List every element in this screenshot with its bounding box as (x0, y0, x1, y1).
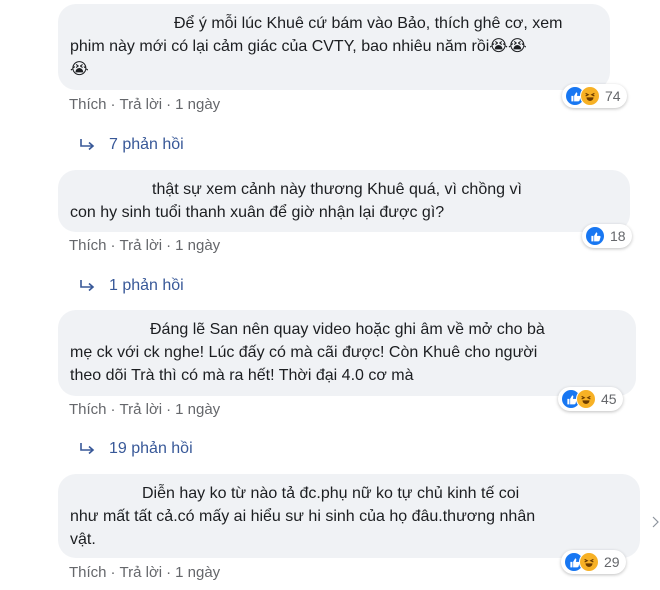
comment-text-line: vật. (70, 531, 96, 548)
reply-link[interactable]: Trả lời (120, 96, 163, 113)
comment-bubble: Đáng lẽ San nên quay video hoặc ghi âm v… (58, 310, 636, 396)
comment-actions: Thích · Trả lời · 1 ngày (69, 237, 220, 254)
reaction-count: 74 (605, 88, 621, 104)
separator-dot: · (166, 401, 172, 418)
comment-text-line: như mất tất cả.có mấy ai hiểu sư hi sinh… (70, 508, 536, 525)
reaction-summary[interactable]: 29 (561, 550, 626, 574)
like-link[interactable]: Thích (69, 237, 107, 254)
comment-text-line: Để ý mỗi lúc Khuê cứ bám vào Bảo, thích … (174, 15, 563, 32)
like-link[interactable]: Thích (69, 96, 107, 113)
replies-count-label: 1 phản hồi (109, 277, 184, 294)
comment-text-line: mẹ ck với ck nghe! Lúc đấy có mà cãi đượ… (70, 344, 538, 361)
separator-dot: · (166, 237, 172, 254)
separator-dot: · (110, 564, 116, 581)
timestamp[interactable]: 1 ngày (175, 564, 220, 581)
reply-link[interactable]: Trả lời (120, 237, 163, 254)
comment-bubble: Diễn hay ko từ nào tả đc.phụ nữ ko tự ch… (58, 474, 640, 558)
replies-count-label: 7 phản hồi (109, 136, 184, 153)
comment-bubble: Để ý mỗi lúc Khuê cứ bám vào Bảo, thích … (58, 4, 610, 90)
comment-text-line: phim này mới có lại cảm giác của CVTY, b… (70, 38, 490, 55)
reaction-count: 45 (601, 391, 617, 407)
haha-icon (579, 552, 599, 572)
reply-link[interactable]: Trả lời (120, 564, 163, 581)
separator-dot: · (110, 401, 116, 418)
reply-link[interactable]: Trả lời (120, 401, 163, 418)
like-link[interactable]: Thích (69, 564, 107, 581)
crying-emoji: 😭😭 (489, 38, 527, 55)
reaction-count: 18 (610, 228, 626, 244)
comment-text-line: Diễn hay ko từ nào tả đc.phụ nữ ko tự ch… (142, 485, 520, 502)
reply-arrow-icon (80, 280, 95, 292)
reply-arrow-icon (80, 443, 95, 455)
reaction-summary[interactable]: 45 (558, 387, 623, 411)
haha-icon (580, 86, 600, 106)
separator-dot: · (110, 237, 116, 254)
comment-text-line: con hy sinh tuổi thanh xuân để giờ nhận … (70, 204, 445, 221)
separator-dot: · (166, 96, 172, 113)
replies-count-label: 19 phản hồi (109, 440, 193, 457)
timestamp[interactable]: 1 ngày (175, 237, 220, 254)
like-icon (585, 226, 605, 246)
reaction-summary[interactable]: 74 (562, 84, 627, 108)
comment-bubble: thật sự xem cảnh này thương Khuê quá, vì… (58, 170, 630, 232)
timestamp[interactable]: 1 ngày (175, 96, 220, 113)
comment-text-line: thật sự xem cảnh này thương Khuê quá, vì… (152, 181, 522, 198)
comment-text-line: theo dõi Trà thì có mà ra hết! Thời đại … (70, 367, 414, 384)
timestamp[interactable]: 1 ngày (175, 401, 220, 418)
reply-arrow-icon (80, 139, 95, 151)
crying-emoji: 😭 (70, 61, 89, 78)
comment-actions: Thích · Trả lời · 1 ngày (69, 96, 220, 113)
options-edge-icon[interactable] (652, 516, 660, 528)
reaction-count: 29 (604, 554, 620, 570)
separator-dot: · (110, 96, 116, 113)
reaction-summary[interactable]: 18 (582, 224, 632, 248)
haha-icon (576, 389, 596, 409)
comment-actions: Thích · Trả lời · 1 ngày (69, 564, 220, 581)
view-replies-link[interactable]: 1 phản hồi (79, 277, 184, 295)
like-link[interactable]: Thích (69, 401, 107, 418)
separator-dot: · (166, 564, 172, 581)
view-replies-link[interactable]: 7 phản hồi (79, 136, 184, 154)
view-replies-link[interactable]: 19 phản hồi (79, 440, 193, 458)
comment-text-line: Đáng lẽ San nên quay video hoặc ghi âm v… (150, 321, 545, 338)
comment-actions: Thích · Trả lời · 1 ngày (69, 401, 220, 418)
